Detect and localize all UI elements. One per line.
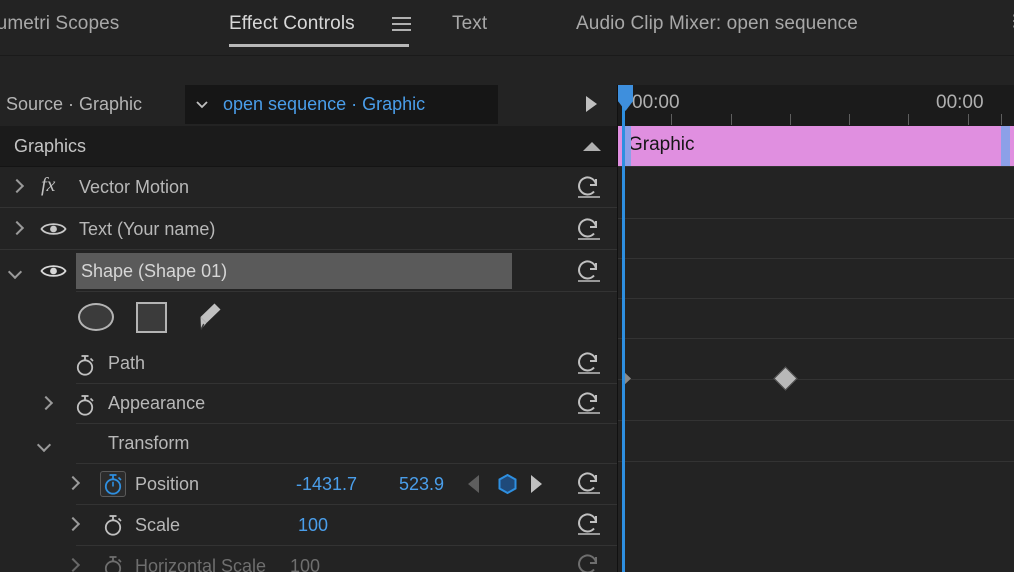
ellipse-tool-icon[interactable] [78, 303, 114, 331]
row-shape-layer[interactable]: Shape (Shape 01) [0, 250, 617, 292]
row-scale[interactable]: Scale 100 [0, 505, 617, 546]
selected-layer-highlight[interactable]: Shape (Shape 01) [76, 253, 512, 289]
rectangle-tool-icon[interactable] [136, 302, 167, 333]
row-horizontal-scale[interactable]: Horizontal Scale 100 [0, 546, 617, 572]
row-label: Appearance [108, 393, 206, 413]
sequence-label: open sequence · Graphic [223, 94, 426, 114]
playhead-line[interactable] [622, 85, 625, 572]
row-label: Position [135, 474, 200, 494]
disclosure-arrow[interactable] [65, 477, 79, 491]
row-label: Shape (Shape 01) [81, 261, 228, 281]
keyframe-timeline: 00:00 00:00 Graphic [618, 85, 1014, 572]
row-path[interactable]: Path [0, 344, 617, 384]
reset-icon[interactable] [574, 513, 603, 537]
stopwatch-icon[interactable] [101, 554, 125, 572]
timeline-row-divider [618, 461, 1014, 462]
keyframe-marker[interactable] [773, 366, 798, 391]
row-label: Transform [108, 433, 190, 453]
overflow-tab-indicator[interactable]: ⋮ [1006, 14, 1014, 30]
tab-audio-clip-mixer[interactable]: Audio Clip Mixer: open sequence [576, 13, 858, 35]
timecode-right: 00:00 [936, 92, 984, 113]
panel-tab-bar: Lumetri Scopes Effect Controls Text Audi… [0, 0, 1014, 56]
clip-right-handle[interactable] [1001, 126, 1010, 167]
stopwatch-icon-active[interactable] [100, 471, 126, 497]
effect-controls-panel: Lumetri Scopes Effect Controls Text Audi… [0, 0, 1014, 572]
eye-icon[interactable] [40, 262, 67, 280]
row-text-layer[interactable]: Text (Your name) [0, 208, 617, 250]
row-appearance[interactable]: Appearance [0, 384, 617, 424]
keyframe-next-icon[interactable] [531, 475, 542, 493]
hamburger-menu-icon[interactable] [392, 17, 411, 33]
tab-label: Lumetri Scopes [0, 13, 120, 34]
reset-icon[interactable] [574, 352, 603, 376]
tab-label: Text [452, 13, 488, 34]
timeline-ruler[interactable]: 00:00 00:00 [618, 85, 1014, 127]
disclosure-arrow[interactable] [9, 264, 23, 278]
disclosure-arrow[interactable] [65, 559, 79, 572]
source-label: Source · Graphic [6, 94, 143, 114]
clip-name: Graphic [628, 134, 695, 155]
sequence-dropdown[interactable]: open sequence · Graphic [185, 85, 498, 124]
reset-icon[interactable] [574, 472, 603, 496]
timeline-row-divider [618, 379, 1014, 380]
row-transform[interactable]: Transform [0, 424, 617, 464]
tab-label: Audio Clip Mixer: open sequence [576, 13, 858, 34]
timeline-row-divider [618, 420, 1014, 421]
tab-label: Effect Controls [229, 13, 355, 34]
graphics-group-header[interactable]: Graphics [0, 126, 617, 167]
row-position[interactable]: Position -1431.7 523.9 [0, 464, 617, 505]
reset-icon[interactable] [574, 260, 603, 284]
source-sequence-bar: Source · Graphic open sequence · Graphic [0, 85, 617, 125]
horizontal-scale-value[interactable]: 100 [290, 556, 320, 572]
chevron-up-icon[interactable] [583, 142, 601, 151]
timeline-row-divider [618, 166, 1014, 167]
keyframe-previous-icon[interactable] [468, 475, 479, 493]
row-shape-tools [0, 292, 617, 344]
eye-icon[interactable] [40, 220, 67, 238]
row-label: Horizontal Scale [135, 556, 267, 572]
disclosure-arrow[interactable] [65, 518, 79, 532]
scale-value[interactable]: 100 [298, 515, 328, 536]
position-y-value[interactable]: 523.9 [399, 474, 444, 495]
reset-icon[interactable] [574, 218, 603, 242]
fx-icon: fx [41, 174, 56, 196]
reset-icon[interactable] [574, 176, 603, 200]
row-label: Text (Your name) [79, 219, 216, 239]
play-triangle-icon[interactable] [586, 96, 597, 112]
timeline-row-divider [618, 218, 1014, 219]
tab-effect-controls[interactable]: Effect Controls [229, 13, 355, 35]
tab-lumetri-scopes[interactable]: Lumetri Scopes [0, 13, 119, 35]
keyframe-hexagon-icon[interactable] [497, 473, 518, 495]
graphics-group-title: Graphics [14, 136, 87, 156]
timecode-left: 00:00 [632, 92, 680, 113]
disclosure-arrow[interactable] [38, 437, 52, 451]
stopwatch-icon[interactable] [73, 393, 97, 417]
parameter-list: Graphics fx Vector Motion Text (Your nam… [0, 126, 617, 572]
tab-text[interactable]: Text [452, 13, 487, 35]
timeline-row-divider [618, 258, 1014, 259]
position-x-value[interactable]: -1431.7 [296, 474, 357, 495]
row-label: Scale [135, 515, 181, 535]
disclosure-arrow[interactable] [9, 180, 23, 194]
stopwatch-icon[interactable] [73, 353, 97, 377]
chevron-down-icon [196, 101, 208, 109]
active-tab-underline [229, 44, 409, 47]
timeline-row-divider [618, 338, 1014, 339]
timeline-clip-bar[interactable]: Graphic [618, 126, 1014, 167]
reset-icon[interactable] [574, 392, 603, 416]
reset-icon[interactable] [574, 554, 603, 572]
pen-tool-icon[interactable] [190, 300, 224, 334]
row-label: Path [108, 353, 146, 373]
disclosure-arrow[interactable] [38, 397, 52, 411]
row-label: Vector Motion [79, 177, 190, 197]
row-vector-motion[interactable]: fx Vector Motion [0, 166, 617, 208]
timeline-row-divider [618, 298, 1014, 299]
stopwatch-icon[interactable] [101, 513, 125, 537]
disclosure-arrow[interactable] [9, 222, 23, 236]
